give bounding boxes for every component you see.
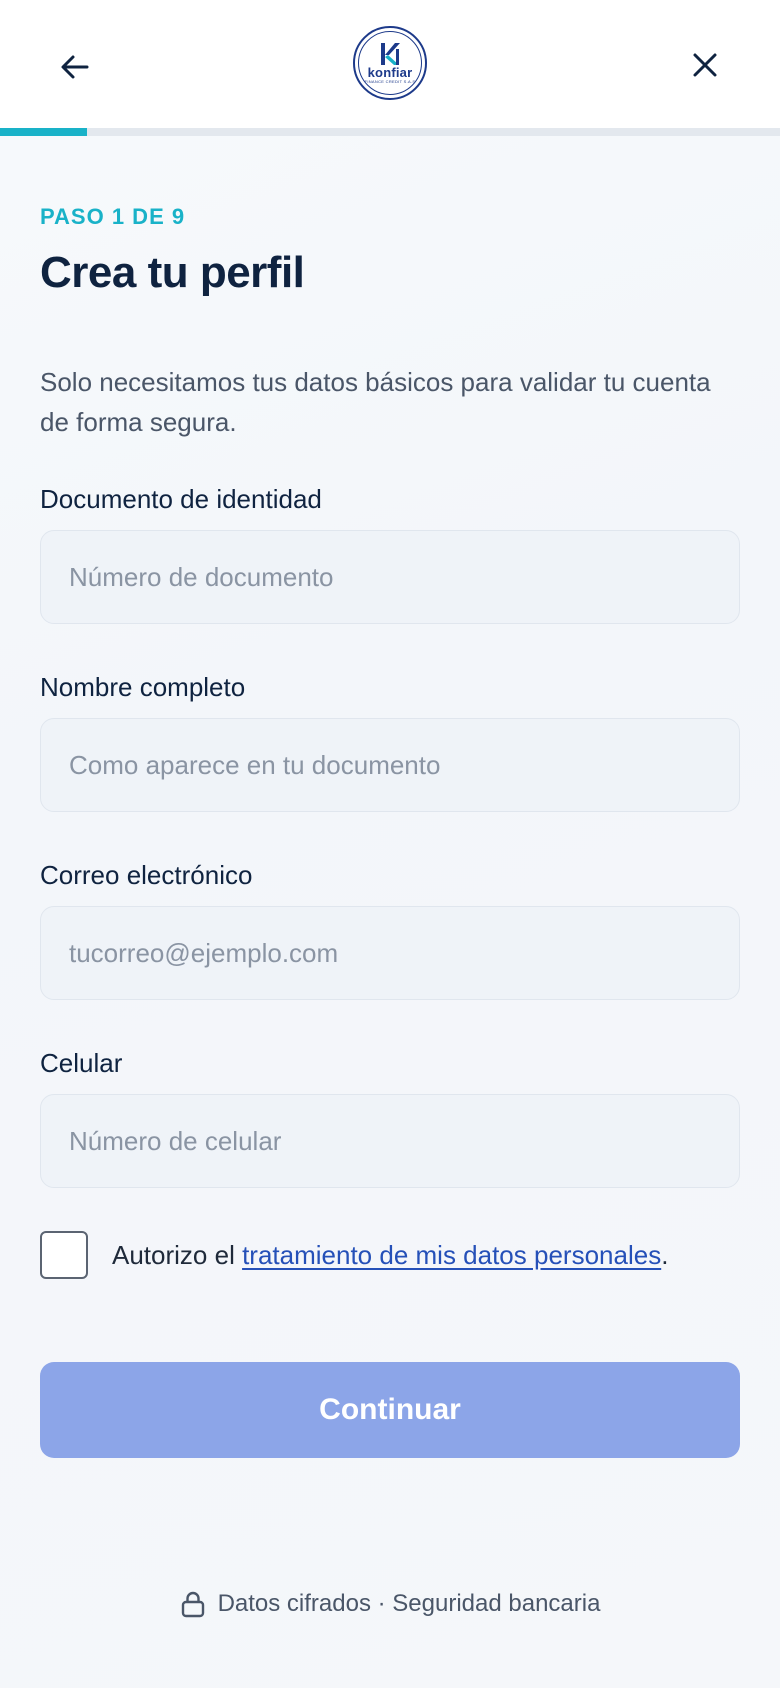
brand-logo: konfiar FINANCE CREDIT S.A.S: [353, 26, 427, 100]
phone-label: Celular: [40, 1048, 123, 1078]
email-input[interactable]: [40, 906, 740, 1000]
full-name-input[interactable]: [40, 718, 740, 812]
lock-icon: [181, 1591, 204, 1618]
app-header: konfiar FINANCE CREDIT S.A.S: [0, 0, 780, 128]
page-title: Crea tu perfil: [40, 248, 305, 297]
email-label: Correo electrónico: [40, 860, 253, 890]
document-input[interactable]: [40, 530, 740, 624]
security-footer: Datos cifrados · Seguridad bancaria: [0, 1590, 780, 1618]
close-button[interactable]: [680, 40, 730, 90]
phone-input[interactable]: [40, 1094, 740, 1188]
step-indicator: PASO 1 DE 9: [40, 204, 186, 229]
page-subtitle: Solo necesitamos tus datos básicos para …: [40, 367, 711, 437]
security-text: Datos cifrados · Seguridad bancaria: [217, 1590, 601, 1617]
consent-prefix: Autorizo el: [112, 1240, 243, 1270]
progress-fill: [0, 128, 87, 136]
document-label: Documento de identidad: [40, 484, 322, 514]
progress-bar: [0, 128, 780, 136]
consent-checkbox[interactable]: [40, 1231, 88, 1279]
consent-text: Autorizo el tratamiento de mis datos per…: [112, 1232, 712, 1278]
back-button[interactable]: [50, 42, 100, 92]
privacy-policy-link[interactable]: tratamiento de mis datos personales: [242, 1240, 661, 1270]
consent-suffix: .: [661, 1240, 669, 1270]
continue-button[interactable]: Continuar: [40, 1362, 740, 1458]
close-icon: [693, 53, 717, 77]
full-name-label: Nombre completo: [40, 672, 246, 702]
arrow-left-icon: [61, 55, 89, 79]
